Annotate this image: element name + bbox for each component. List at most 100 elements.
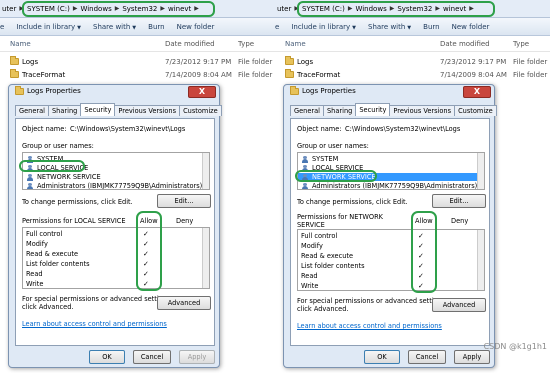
file-row[interactable]: TraceFormat 7/14/2009 8:04 AM File folde… bbox=[0, 68, 275, 81]
dropdown-arrow-icon: ▼ bbox=[407, 24, 412, 31]
user-group-icon bbox=[301, 155, 309, 163]
cancel-button[interactable]: Cancel bbox=[408, 350, 446, 364]
list-item[interactable]: NETWORK SERVICE bbox=[26, 173, 101, 181]
address-bar[interactable]: uter ▶ SYSTEM (C:) ▶ Windows ▶ System32 … bbox=[275, 0, 550, 18]
advanced-button[interactable]: Advanced bbox=[432, 298, 486, 312]
user-group-icon bbox=[26, 182, 34, 189]
folder-icon bbox=[10, 69, 19, 78]
special-permissions-text: For special permissions or advanced sett… bbox=[22, 295, 173, 303]
permission-name: Read & execute bbox=[26, 250, 79, 258]
list-item[interactable]: Administrators (IBMJMK77759Q9B\Administr… bbox=[26, 182, 202, 189]
scrollbar[interactable] bbox=[202, 153, 209, 189]
share-with-button[interactable]: Share with ▼ bbox=[368, 23, 411, 31]
column-date-modified[interactable]: Date modified bbox=[165, 40, 215, 48]
permission-name: Write bbox=[301, 282, 319, 290]
tab-general[interactable]: General bbox=[15, 105, 49, 116]
apply-button[interactable]: Apply bbox=[454, 350, 490, 364]
dropdown-arrow-icon: ▼ bbox=[77, 24, 82, 31]
file-row[interactable]: TraceFormat 7/14/2009 8:04 AM File folde… bbox=[275, 68, 550, 81]
security-tab-panel: Object name: C:\Windows\System32\winevt\… bbox=[290, 118, 490, 346]
ok-button[interactable]: OK bbox=[89, 350, 125, 364]
tab-customize[interactable]: Customize bbox=[179, 105, 222, 116]
close-button[interactable]: X bbox=[188, 86, 216, 98]
column-headers: Name Date modified Type bbox=[0, 36, 275, 52]
permission-name: Modify bbox=[301, 242, 323, 250]
include-in-library-button[interactable]: Include in library ▼ bbox=[16, 23, 81, 31]
dialog-tabs: General Sharing Security Previous Versio… bbox=[290, 103, 497, 116]
permissions-for-label: Permissions for LOCAL SERVICE bbox=[22, 217, 126, 225]
permission-name: Read & execute bbox=[301, 252, 354, 260]
tab-security[interactable]: Security bbox=[355, 103, 391, 116]
properties-dialog: Logs Properties X General Sharing Securi… bbox=[283, 84, 497, 368]
scrollbar[interactable] bbox=[202, 228, 209, 288]
close-button[interactable]: X bbox=[463, 86, 491, 98]
command-bar: e Include in library ▼ Share with ▼ Burn N… bbox=[0, 18, 275, 36]
learn-more-link[interactable]: Learn about access control and permissio… bbox=[22, 320, 167, 328]
ok-button[interactable]: OK bbox=[364, 350, 400, 364]
highlight-ring-local-service bbox=[19, 160, 85, 172]
list-item[interactable]: SYSTEM bbox=[301, 155, 338, 163]
new-folder-button[interactable]: New folder bbox=[452, 23, 490, 31]
address-bar[interactable]: uter ▶ SYSTEM (C:) ▶ Windows ▶ System32 … bbox=[0, 0, 275, 18]
include-in-library-button[interactable]: Include in library ▼ bbox=[291, 23, 356, 31]
list-item[interactable]: Administrators (IBMJMK77759Q9B\Administr… bbox=[301, 182, 477, 189]
advanced-button[interactable]: Advanced bbox=[157, 296, 211, 310]
column-name[interactable]: Name bbox=[285, 40, 306, 48]
new-folder-button[interactable]: New folder bbox=[177, 23, 215, 31]
file-name-cell: Logs bbox=[285, 56, 313, 66]
permission-row: Full control ✓ bbox=[26, 230, 206, 240]
column-date-modified[interactable]: Date modified bbox=[440, 40, 490, 48]
file-type: File folder bbox=[513, 70, 548, 79]
group-label: Group or user names: bbox=[22, 142, 94, 150]
permissions-list: Full control ✓ Modify ✓ Read & execute ✓ Li… bbox=[22, 227, 210, 289]
share-with-button[interactable]: Share with ▼ bbox=[93, 23, 136, 31]
permission-row: List folder contents ✓ bbox=[301, 262, 481, 272]
change-permissions-text: To change permissions, click Edit. bbox=[22, 198, 133, 206]
file-type: File folder bbox=[238, 57, 273, 66]
learn-more-link[interactable]: Learn about access control and permissio… bbox=[297, 322, 442, 330]
tab-customize[interactable]: Customize bbox=[454, 105, 497, 116]
cancel-button[interactable]: Cancel bbox=[133, 350, 171, 364]
apply-button[interactable]: Apply bbox=[179, 350, 215, 364]
tab-sharing[interactable]: Sharing bbox=[48, 105, 82, 116]
permission-name: List folder contents bbox=[301, 262, 365, 270]
column-name[interactable]: Name bbox=[10, 40, 31, 48]
file-name: TraceFormat bbox=[297, 70, 341, 79]
burn-button[interactable]: Burn bbox=[148, 23, 164, 31]
edit-button[interactable]: Edit... bbox=[157, 194, 211, 208]
tab-previous-versions[interactable]: Previous Versions bbox=[114, 105, 181, 116]
tab-sharing[interactable]: Sharing bbox=[323, 105, 357, 116]
properties-dialog: Logs Properties X General Sharing Securi… bbox=[8, 84, 222, 368]
column-type[interactable]: Type bbox=[513, 40, 529, 48]
permission-name: Full control bbox=[26, 230, 63, 238]
tab-general[interactable]: General bbox=[290, 105, 324, 116]
scrollbar[interactable] bbox=[477, 153, 484, 189]
burn-button[interactable]: Burn bbox=[423, 23, 439, 31]
highlight-ring-allow bbox=[411, 211, 437, 293]
folder-icon bbox=[290, 85, 299, 95]
permissions-for-label: Permissions for NETWORK bbox=[297, 213, 383, 221]
file-name: Logs bbox=[22, 57, 39, 66]
folder-icon bbox=[285, 69, 294, 78]
tab-previous-versions[interactable]: Previous Versions bbox=[389, 105, 456, 116]
share-with-label: Share with bbox=[368, 22, 406, 31]
column-type[interactable]: Type bbox=[238, 40, 254, 48]
permission-row: Modify ✓ bbox=[301, 242, 481, 252]
left-explorer-window: uter ▶ SYSTEM (C:) ▶ Windows ▶ System32 … bbox=[0, 0, 275, 373]
permissions-list: Full control ✓ Modify ✓ Read & execute ✓ Li… bbox=[297, 229, 485, 291]
organize-button[interactable]: e bbox=[275, 23, 279, 31]
file-name-cell: TraceFormat bbox=[285, 69, 341, 79]
edit-button[interactable]: Edit... bbox=[432, 194, 486, 208]
include-in-library-label: Include in library bbox=[291, 22, 351, 31]
user-name: SYSTEM bbox=[312, 155, 339, 163]
organize-button[interactable]: e bbox=[0, 23, 4, 31]
scrollbar[interactable] bbox=[477, 230, 484, 290]
special-permissions-text: click Advanced. bbox=[297, 305, 349, 313]
file-row[interactable]: Logs 7/23/2012 9:17 PM File folder bbox=[0, 55, 275, 68]
special-permissions-text: For special permissions or advanced sett… bbox=[297, 297, 448, 305]
permission-name: Read bbox=[301, 272, 318, 280]
tab-security[interactable]: Security bbox=[80, 103, 116, 116]
object-name-value: C:\Windows\System32\winevt\Logs bbox=[70, 125, 186, 133]
file-row[interactable]: Logs 7/23/2012 9:17 PM File folder bbox=[275, 55, 550, 68]
user-name: NETWORK SERVICE bbox=[37, 173, 101, 181]
